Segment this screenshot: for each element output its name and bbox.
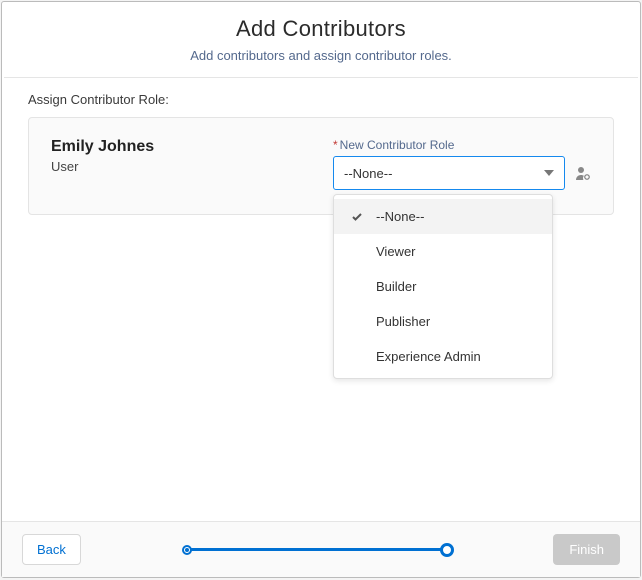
modal-title: Add Contributors [12, 16, 630, 42]
option-none[interactable]: --None-- [334, 199, 552, 234]
check-placeholder [350, 245, 364, 259]
contributor-name: Emily Johnes [51, 138, 309, 156]
option-label: Publisher [376, 314, 430, 329]
option-label: Builder [376, 279, 416, 294]
option-experience-admin[interactable]: Experience Admin [334, 339, 552, 374]
progress-step-2 [440, 543, 454, 557]
role-select[interactable]: --None-- [333, 156, 565, 190]
check-placeholder [350, 350, 364, 364]
option-label: Experience Admin [376, 349, 481, 364]
modal-subtitle: Add contributors and assign contributor … [12, 48, 630, 63]
contributor-type: User [51, 159, 309, 174]
modal-body: Assign Contributor Role: Emily Johnes Us… [2, 78, 640, 521]
chevron-down-icon [544, 170, 554, 176]
role-field: *New Contributor Role --None-- [333, 138, 591, 190]
check-icon [350, 210, 364, 224]
option-label: --None-- [376, 209, 424, 224]
role-field-label: *New Contributor Role [333, 138, 591, 152]
add-contributors-modal: Add Contributors Add contributors and as… [1, 1, 641, 578]
check-placeholder [350, 280, 364, 294]
required-marker: * [333, 138, 338, 152]
progress-step-1 [182, 545, 192, 555]
contributor-card: Emily Johnes User *New Contributor Role … [28, 117, 614, 215]
contributor-info: Emily Johnes User [51, 138, 309, 174]
option-viewer[interactable]: Viewer [334, 234, 552, 269]
role-select-value: --None-- [344, 166, 392, 181]
section-label: Assign Contributor Role: [28, 92, 614, 107]
progress-indicator [81, 540, 553, 560]
role-select-wrap: --None-- --None-- [333, 156, 591, 190]
role-label-text: New Contributor Role [340, 138, 455, 152]
progress-track [187, 548, 447, 551]
modal-header: Add Contributors Add contributors and as… [2, 2, 640, 75]
option-label: Viewer [376, 244, 416, 259]
check-placeholder [350, 315, 364, 329]
finish-button[interactable]: Finish [553, 534, 620, 565]
option-builder[interactable]: Builder [334, 269, 552, 304]
option-publisher[interactable]: Publisher [334, 304, 552, 339]
back-button[interactable]: Back [22, 534, 81, 565]
user-settings-icon[interactable] [575, 165, 591, 181]
role-dropdown: --None-- Viewer Builder Publisher [333, 194, 553, 379]
modal-footer: Back Finish [2, 521, 640, 577]
